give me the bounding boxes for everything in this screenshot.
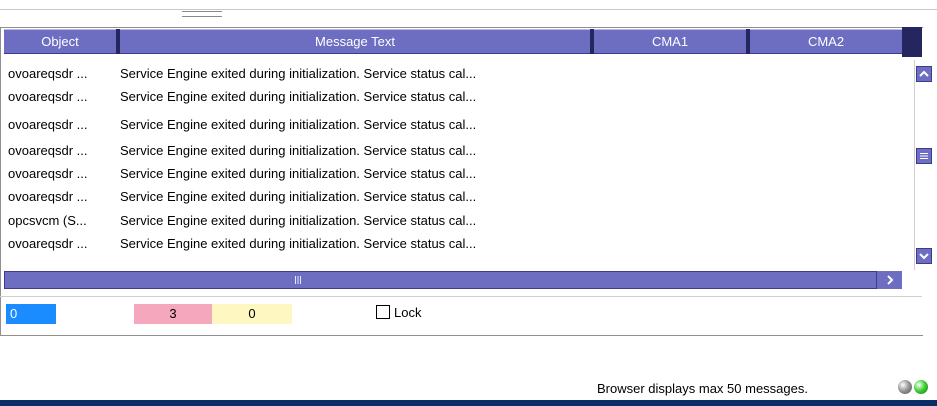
- chevron-right-icon[interactable]: [876, 271, 902, 289]
- row-message: Service Engine exited during initializat…: [120, 236, 477, 251]
- message-list: ovoareqsdr ... Service Engine exited dur…: [0, 60, 902, 270]
- count-badge-yellow[interactable]: 0: [212, 304, 292, 324]
- row-object: ovoareqsdr ...: [8, 143, 88, 158]
- row-object: ovoareqsdr ...: [8, 189, 88, 204]
- chevron-down-icon[interactable]: [916, 248, 932, 264]
- status-divider: [0, 296, 922, 297]
- row-object: opcsvcm (S...: [8, 213, 87, 228]
- row-message: Service Engine exited during initializat…: [120, 213, 477, 228]
- gray-status-light-icon: [898, 380, 912, 394]
- row-message: Service Engine exited during initializat…: [120, 89, 477, 104]
- row-object: ovoareqsdr ...: [8, 89, 88, 104]
- horizontal-scrollbar[interactable]: [4, 271, 902, 289]
- row-message: Service Engine exited during initializat…: [120, 143, 477, 158]
- bottom-bar: [0, 400, 937, 406]
- column-header-message-text[interactable]: Message Text: [120, 29, 590, 54]
- count-badge-blue[interactable]: 0: [6, 304, 56, 324]
- row-message: Service Engine exited during initializat…: [120, 189, 477, 204]
- scroll-grip-icon[interactable]: [286, 271, 310, 289]
- splitter-grip[interactable]: [182, 11, 222, 17]
- row-object: ovoareqsdr ...: [8, 66, 88, 81]
- green-status-light-icon: [914, 380, 928, 394]
- scroll-grip-icon[interactable]: [916, 148, 932, 164]
- row-object: ovoareqsdr ...: [8, 166, 88, 181]
- column-header-cma2[interactable]: CMA2: [750, 29, 902, 54]
- row-message: Service Engine exited during initializat…: [120, 166, 477, 181]
- count-badge-pink[interactable]: 3: [134, 304, 212, 324]
- header-end-cap: [902, 27, 922, 57]
- row-message: Service Engine exited during initializat…: [120, 117, 477, 132]
- lock-label: Lock: [394, 305, 422, 320]
- top-divider: [0, 9, 937, 10]
- row-object: ovoareqsdr ...: [8, 117, 88, 132]
- chevron-up-icon[interactable]: [916, 66, 932, 82]
- row-message: Service Engine exited during initializat…: [120, 66, 477, 81]
- lock-checkbox[interactable]: [376, 305, 390, 319]
- vertical-scrollbar[interactable]: [914, 60, 937, 270]
- row-object: ovoareqsdr ...: [8, 236, 88, 251]
- column-header-cma1[interactable]: CMA1: [594, 29, 746, 54]
- column-header-object[interactable]: Object: [4, 29, 116, 54]
- max-messages-note: Browser displays max 50 messages.: [597, 381, 808, 396]
